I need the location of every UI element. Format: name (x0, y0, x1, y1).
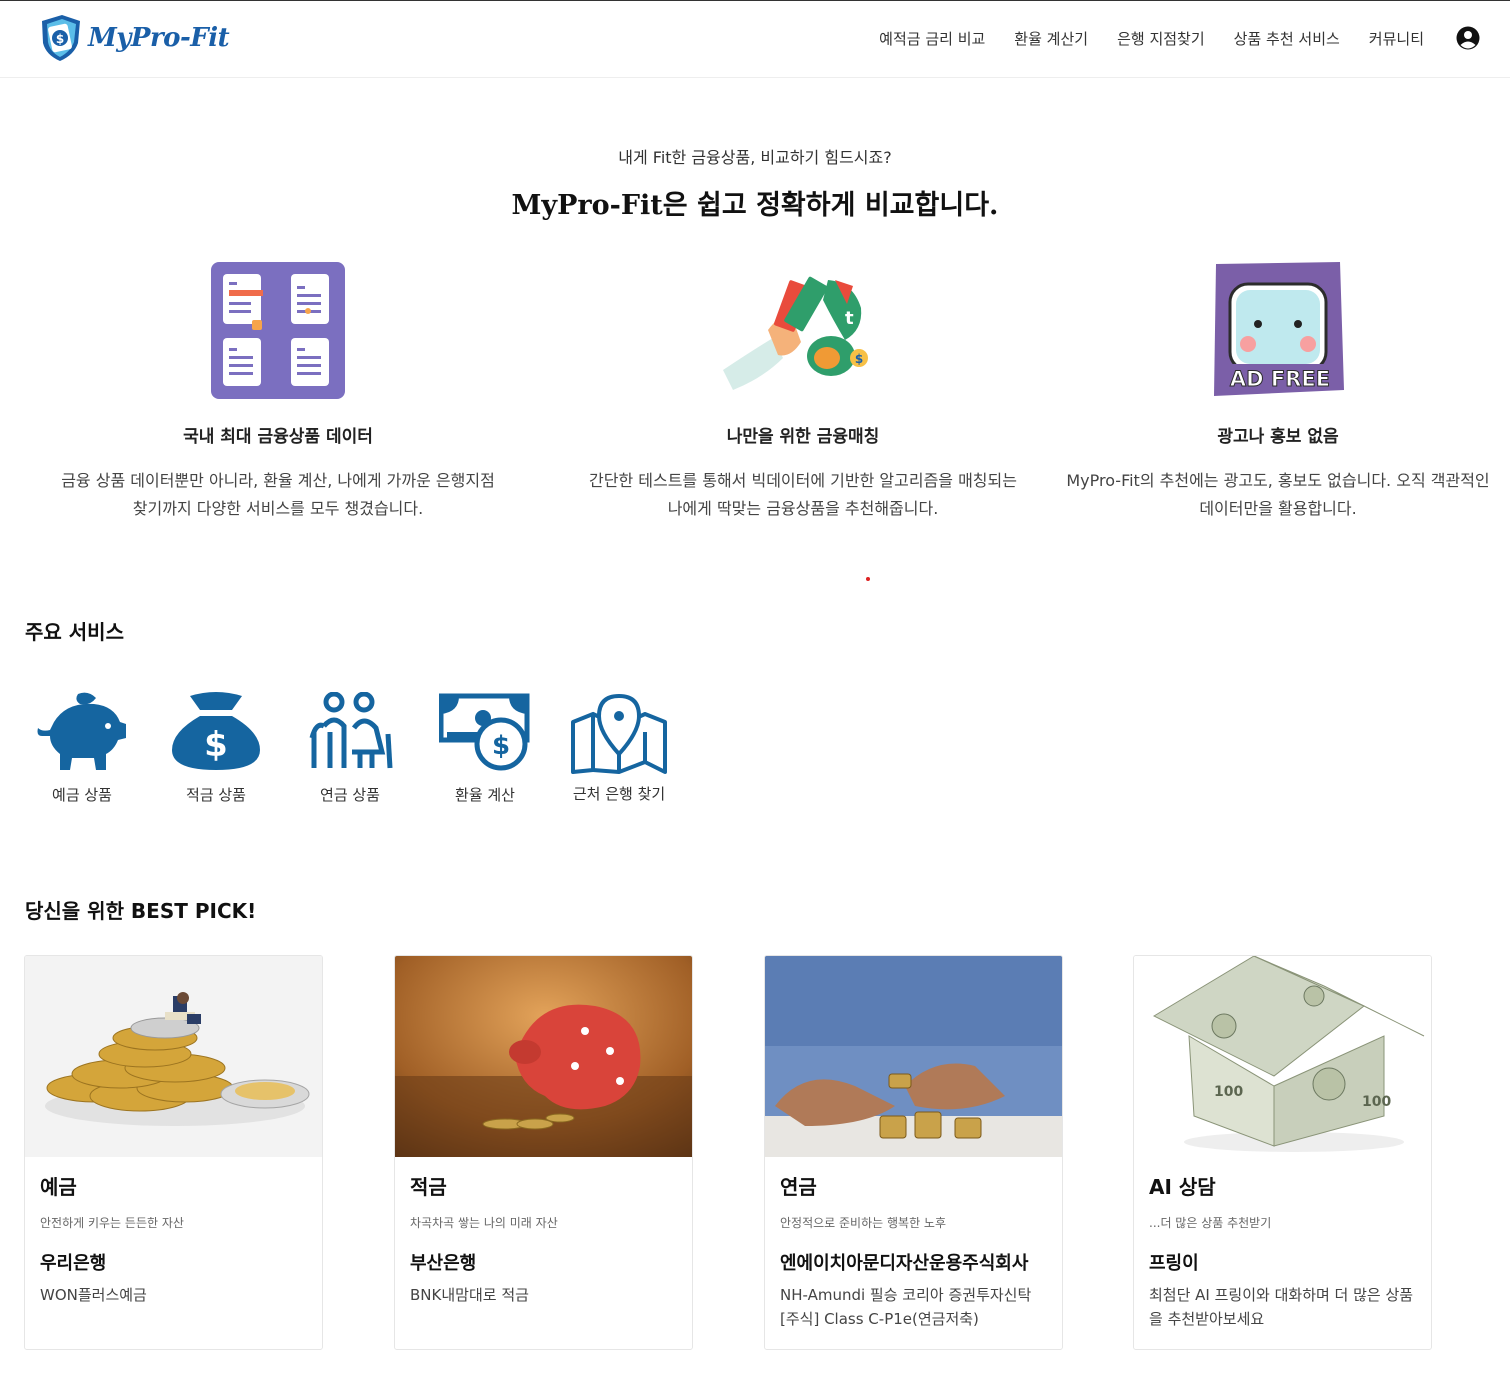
nav-exchange-calculator[interactable]: 환율 계산기 (1014, 28, 1088, 49)
service-deposit[interactable]: 예금 상품 (22, 692, 142, 805)
svg-text:100: 100 (1214, 1084, 1243, 1100)
product-card-deposit[interactable]: 예금 안전하게 키우는 든든한 자산 우리은행 WON플러스예금 (24, 955, 323, 1350)
ad-free-icon: AD FREE (1208, 260, 1348, 400)
feature-title: 광고나 홍보 없음 (1217, 427, 1339, 447)
service-label: 환율 계산 (455, 786, 515, 804)
feature-data: 국내 최대 금융상품 데이터 금융 상품 데이터뿐만 아니라, 환율 계산, 나… (48, 260, 508, 523)
service-label: 연금 상품 (320, 786, 380, 804)
best-pick-title: 당신을 위한 BEST PICK! (25, 899, 257, 923)
piggy-bank-image (395, 956, 692, 1157)
card-tagline: 안정적으로 준비하는 행복한 노후 (780, 1216, 947, 1230)
service-exchange[interactable]: $ 환율 계산 (425, 692, 545, 805)
svg-text:$: $ (56, 32, 64, 46)
card-category: 연금 (780, 1175, 817, 1199)
logo-text: MyPro-Fit (88, 23, 230, 53)
hero-subtitle: 내게 Fit한 금융상품, 비교하기 힘드시죠? (618, 148, 892, 167)
card-bank: 프링이 (1149, 1253, 1199, 1274)
card-bank: 우리은행 (40, 1253, 107, 1274)
coins-image (25, 956, 322, 1157)
card-category: 예금 (40, 1175, 77, 1199)
card-bank: 부산은행 (410, 1253, 477, 1274)
card-tagline: 안전하게 키우는 든든한 자산 (40, 1216, 184, 1230)
product-card-savings[interactable]: 적금 차곡차곡 쌓는 나의 미래 자산 부산은행 BNK내맘대로 적금 (394, 955, 693, 1350)
card-product: NH-Amundi 필승 코리아 증권투자신탁[주식] Class C-P1e(… (780, 1286, 1032, 1328)
service-label: 예금 상품 (52, 786, 112, 804)
service-branch-finder[interactable]: 근처 은행 찾기 (559, 692, 679, 804)
feature-ad-free: AD FREE 광고나 홍보 없음 MyPro-Fit의 추천에는 광고도, 홍… (1048, 260, 1508, 523)
nav-community[interactable]: 커뮤니티 (1369, 28, 1424, 49)
feature-title: 국내 최대 금융상품 데이터 (183, 427, 373, 447)
card-category: AI 상담 (1149, 1175, 1216, 1199)
feature-matching: t $ 나만을 위한 금융매칭 간단한 테스트를 통해서 빅데이터에 기반한 알… (573, 260, 1033, 523)
user-circle-icon[interactable] (1456, 26, 1480, 50)
service-pension[interactable]: 연금 상품 (290, 692, 410, 805)
card-product: WON플러스예금 (40, 1286, 147, 1304)
service-label: 근처 은행 찾기 (572, 785, 666, 803)
svg-text:AD FREE: AD FREE (1230, 367, 1330, 391)
service-savings[interactable]: $ 적금 상품 (156, 692, 276, 805)
documents-icon (208, 260, 348, 400)
logo[interactable]: $ MyPro-Fit (36, 13, 266, 65)
services-title: 주요 서비스 (25, 620, 124, 644)
money-bag-icon: $ (172, 692, 260, 770)
red-dot (866, 577, 870, 581)
svg-text:$: $ (492, 731, 510, 761)
money-house-image: 100 100 (1134, 956, 1431, 1157)
shield-logo-icon: $ (42, 15, 80, 61)
nav-branch-finder[interactable]: 은행 지점찾기 (1117, 28, 1205, 49)
header: $ MyPro-Fit 예적금 금리 비교 환율 계산기 은행 지점찾기 상품 … (0, 1, 1510, 78)
banknote-icon: $ (439, 693, 530, 771)
service-label: 적금 상품 (186, 786, 246, 804)
card-tagline: 차곡차곡 쌓는 나의 미래 자산 (410, 1216, 558, 1230)
card-bank: 엔에이치아문디자산운용주식회사 (780, 1253, 1029, 1274)
feature-title: 나만을 위한 금융매칭 (726, 427, 880, 447)
card-product: 최첨단 AI 프링이와 대화하며 더 많은 상품을 추천받아보세요 (1149, 1286, 1414, 1328)
svg-text:t: t (845, 308, 854, 329)
stacking-coins-image (765, 956, 1062, 1157)
map-pin-icon (571, 694, 667, 774)
nav-rate-compare[interactable]: 예적금 금리 비교 (879, 28, 985, 49)
money-matching-icon: t $ (723, 260, 873, 400)
card-category: 적금 (410, 1175, 447, 1199)
svg-text:$: $ (204, 725, 228, 765)
card-tagline: ...더 많은 상품 추천받기 (1149, 1216, 1272, 1230)
feature-description: 간단한 테스트를 통해서 빅데이터에 기반한 알고리즘을 매칭되는 나에게 딱맞… (589, 471, 1017, 518)
main-nav: 예적금 금리 비교 환율 계산기 은행 지점찾기 상품 추천 서비스 커뮤니티 (850, 1, 1480, 75)
svg-text:$: $ (855, 352, 863, 366)
feature-description: 금융 상품 데이터뿐만 아니라, 환율 계산, 나에게 가까운 은행지점 찾기까… (61, 471, 495, 518)
feature-description: MyPro-Fit의 추천에는 광고도, 홍보도 없습니다. 오직 객관적인 데… (1066, 471, 1490, 518)
piggy-bank-icon (37, 692, 126, 770)
hero-title: MyPro-Fit은 쉽고 정확하게 비교합니다. (511, 190, 999, 221)
card-product: BNK내맘대로 적금 (410, 1286, 529, 1304)
product-card-pension[interactable]: 연금 안정적으로 준비하는 행복한 노후 엔에이치아문디자산운용주식회사 NH-… (764, 955, 1063, 1350)
product-card-ai[interactable]: 100 100 AI 상담 ...더 많은 상품 추천받기 프링이 최첨단 AI… (1133, 955, 1432, 1350)
elderly-couple-icon (309, 692, 393, 769)
svg-text:100: 100 (1362, 1094, 1391, 1110)
nav-recommendation[interactable]: 상품 추천 서비스 (1234, 28, 1340, 49)
